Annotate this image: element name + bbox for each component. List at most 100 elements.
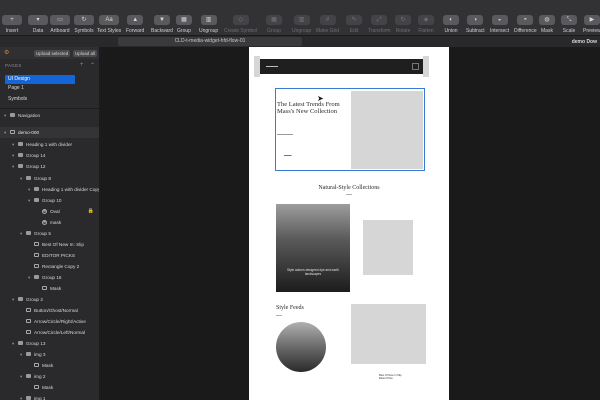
collapse-icon[interactable]: ⌃ bbox=[90, 62, 95, 69]
toolbar-make-grid-button[interactable]: # Make Grid bbox=[316, 4, 339, 34]
page-item-page-1[interactable]: Page 1 bbox=[8, 84, 24, 93]
upload-selected-button[interactable]: Upload selected bbox=[34, 50, 71, 57]
layer-name: img 3 bbox=[34, 352, 46, 357]
add-page-icon[interactable]: + bbox=[80, 62, 84, 68]
toolbar-scale-button[interactable]: ⤡ Scale bbox=[561, 4, 577, 34]
layer-row[interactable]: ▾ Group 5 bbox=[0, 228, 99, 239]
document-tab[interactable]: CLD-t-media-widget-hfd-flow-01 bbox=[118, 37, 302, 46]
layer-name: Best Of New In: Slip bbox=[42, 242, 84, 247]
layer-row[interactable]: ▾ Group 14 bbox=[0, 150, 99, 161]
layer-row[interactable]: Arrow/Circle/Left/Normal bbox=[0, 327, 99, 338]
toolbar-group-button[interactable]: ▦ Group bbox=[176, 4, 192, 34]
layer-row[interactable]: ▾ demo-000 bbox=[0, 127, 99, 138]
toolbar-ungroup-button[interactable]: ▥ Ungroup bbox=[199, 4, 218, 34]
layer-row[interactable]: ▾ Group 13 bbox=[0, 338, 99, 349]
toolbar-union-button[interactable]: ◐ Union bbox=[443, 4, 459, 34]
folder-icon bbox=[18, 341, 23, 345]
toolbar-create-symbol-button[interactable]: ◇ Create Symbol bbox=[224, 4, 257, 34]
layer-row[interactable]: mask bbox=[0, 217, 99, 228]
section-title-natural-style: Natural-Style Collections bbox=[318, 185, 380, 191]
disclosure-chevron-icon[interactable]: ▾ bbox=[28, 184, 30, 195]
layer-row[interactable]: ▾ Group 10 bbox=[0, 195, 99, 206]
page-item-ui-design[interactable]: UI Design bbox=[5, 75, 75, 84]
disclosure-chevron-icon[interactable]: ▾ bbox=[12, 294, 14, 305]
layer-row[interactable]: ▾ Group 16 bbox=[0, 272, 99, 283]
toolbar-rotate-button[interactable]: ↻ Rotate bbox=[395, 4, 411, 34]
toolbar-label: Text Styles bbox=[97, 28, 122, 34]
layer-row[interactable]: Best Of New In: Slip bbox=[0, 239, 99, 250]
disclosure-chevron-icon[interactable]: ▾ bbox=[20, 349, 22, 360]
disclosure-chevron-icon[interactable]: ▾ bbox=[12, 139, 14, 150]
style-feeds-title: Style Feeds bbox=[276, 305, 304, 311]
toolbar-insert-button[interactable]: + Insert bbox=[2, 4, 22, 34]
toolbar-text-styles-button[interactable]: Aa Text Styles bbox=[97, 4, 121, 34]
layer-row[interactable]: Button/Ghost/Normal bbox=[0, 305, 99, 316]
toolbar-forward-button[interactable]: ▲ Forward bbox=[126, 4, 144, 34]
text-icon bbox=[34, 242, 39, 246]
toolbar-intersect-button[interactable]: ◒ Intersect bbox=[490, 4, 509, 34]
layer-row[interactable]: ▾ Group 8 bbox=[0, 173, 99, 184]
toolbar-subtract-button[interactable]: ◑ Subtract bbox=[466, 4, 485, 34]
layer-name: mask bbox=[50, 220, 62, 225]
toolbar-symbols-button[interactable]: ↻ Symbols bbox=[74, 4, 94, 34]
layer-row[interactable]: ▾ Group 12 bbox=[0, 161, 99, 172]
layer-row[interactable]: Arrow/Circle/Right/Active bbox=[0, 316, 99, 327]
toolbar-label: Rotate bbox=[395, 28, 411, 34]
disclosure-chevron-icon[interactable]: ▾ bbox=[20, 173, 22, 184]
layer-name: Heading 1 with divider Copy bbox=[42, 187, 100, 192]
layer-row[interactable]: ▾ img 2 bbox=[0, 371, 99, 382]
toolbar-artboard-button[interactable]: ▭ Artboard bbox=[50, 4, 70, 34]
layer-row[interactable]: EDITOR PICKS bbox=[0, 250, 99, 261]
layer-row[interactable]: ▾ Navigation bbox=[0, 110, 99, 121]
layer-row[interactable]: Mask bbox=[0, 283, 99, 294]
toolbar-backward-button[interactable]: ▼ Backward bbox=[151, 4, 173, 34]
make-grid-icon: # bbox=[319, 15, 336, 25]
artboard-icon: ▭ bbox=[50, 15, 70, 25]
toolbar-preview-button[interactable]: ▶ Preview bbox=[583, 4, 600, 34]
intersect-icon: ◒ bbox=[491, 15, 508, 25]
toolbar-flatten-button[interactable]: ◈ Flatten bbox=[418, 4, 434, 34]
disclosure-chevron-icon[interactable]: ▾ bbox=[4, 110, 6, 121]
toolbar-ungroup-button[interactable]: ▥ Ungroup bbox=[292, 4, 311, 34]
toolbar-label: Artboard bbox=[50, 28, 70, 34]
toolbar-group-button[interactable]: ▦ Group bbox=[266, 4, 282, 34]
disclosure-chevron-icon[interactable]: ▾ bbox=[12, 338, 14, 349]
lock-icon[interactable]: 🔒 bbox=[88, 206, 94, 217]
upload-all-button[interactable]: Upload all bbox=[73, 50, 98, 57]
layer-row[interactable]: ▾ Heading 1 with divider bbox=[0, 139, 99, 150]
layer-row[interactable]: Rectangle Copy 2 bbox=[0, 261, 99, 272]
layer-row[interactable]: ▾ img 1 bbox=[0, 393, 99, 400]
layer-row[interactable]: Mask bbox=[0, 382, 99, 393]
plugin-icon[interactable]: ⚙ bbox=[4, 50, 9, 56]
disclosure-chevron-icon[interactable]: ▾ bbox=[12, 161, 14, 172]
layer-row[interactable]: ▾ img 3 bbox=[0, 349, 99, 360]
layer-row[interactable]: Oval 🔒 bbox=[0, 206, 99, 217]
disclosure-chevron-icon[interactable]: ▾ bbox=[28, 195, 30, 206]
layer-row[interactable]: ▾ Group 2 bbox=[0, 294, 99, 305]
disclosure-chevron-icon[interactable]: ▾ bbox=[20, 228, 22, 239]
difference-icon: ◓ bbox=[517, 15, 534, 25]
hero-cta: ▬▬▬ bbox=[284, 154, 292, 157]
artboard-icon bbox=[10, 130, 15, 134]
toolbar-transform-button[interactable]: ⤢ Transform bbox=[368, 4, 391, 34]
layer-row[interactable]: ▾ Heading 1 with divider Copy bbox=[0, 184, 100, 195]
disclosure-chevron-icon[interactable]: ▾ bbox=[4, 127, 6, 138]
toolbar-mask-button[interactable]: ◍ Mask bbox=[539, 4, 555, 34]
toolbar-label: Transform bbox=[368, 28, 391, 34]
union-icon: ◐ bbox=[443, 15, 459, 25]
toolbar-difference-button[interactable]: ◓ Difference bbox=[514, 4, 537, 34]
layer-row[interactable]: Mask bbox=[0, 360, 99, 371]
artboard[interactable]: ▬▬▬▬ The Latest Trends From Mass's New C… bbox=[249, 47, 449, 400]
hero-group-selected[interactable]: The Latest Trends From Mass's New Collec… bbox=[275, 88, 425, 171]
pages-header: PAGES bbox=[5, 63, 22, 68]
header-logo-text: ▬▬▬▬ bbox=[266, 64, 278, 68]
tab-bar: CLD-t-media-widget-hfd-flow-01 bbox=[0, 36, 600, 47]
disclosure-chevron-icon[interactable]: ▾ bbox=[12, 150, 14, 161]
disclosure-chevron-icon[interactable]: ▾ bbox=[20, 371, 22, 382]
page-item-symbols[interactable]: Symbols bbox=[8, 95, 27, 104]
disclosure-chevron-icon[interactable]: ▾ bbox=[20, 393, 22, 400]
disclosure-chevron-icon[interactable]: ▾ bbox=[28, 272, 30, 283]
canvas[interactable]: ▬▬▬▬ The Latest Trends From Mass's New C… bbox=[101, 47, 600, 400]
toolbar-data-button[interactable]: ▾ Data bbox=[28, 4, 48, 34]
toolbar-edit-button[interactable]: ✎ Edit bbox=[346, 4, 362, 34]
